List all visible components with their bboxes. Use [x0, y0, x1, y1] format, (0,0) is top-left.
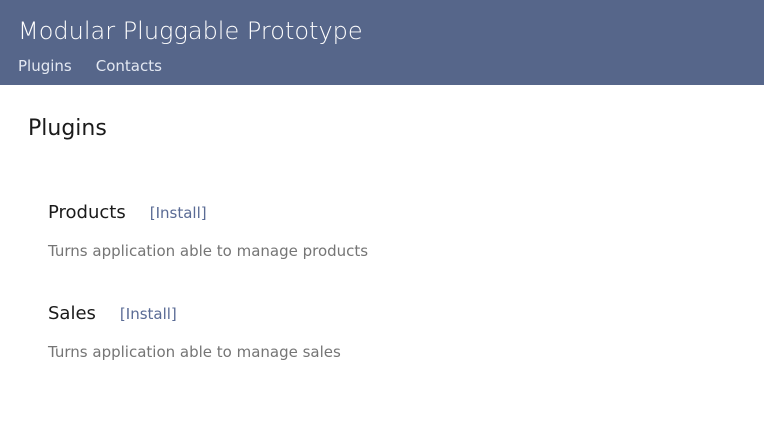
nav-item-plugins[interactable]: Plugins: [18, 55, 72, 77]
plugin-name: Sales: [48, 303, 96, 324]
nav-item-contacts[interactable]: Contacts: [96, 55, 162, 77]
page-title: Plugins: [28, 116, 107, 141]
main-nav: Plugins Contacts: [18, 55, 162, 77]
plugin-name: Products: [48, 202, 126, 223]
install-button[interactable]: [Install]: [120, 300, 177, 328]
install-button[interactable]: [Install]: [150, 199, 207, 227]
plugin-description: Turns application able to manage product…: [48, 242, 369, 260]
app-header: Modular Pluggable Prototype Plugins Cont…: [0, 0, 764, 85]
app-title: Modular Pluggable Prototype: [18, 17, 363, 45]
plugin-header: Products [Install]: [48, 199, 368, 227]
plugin-item-products: Products [Install] Turns application abl…: [48, 199, 368, 262]
plugin-item-sales: Sales [Install] Turns application able t…: [48, 300, 341, 363]
plugin-header: Sales [Install]: [48, 300, 341, 328]
plugin-description: Turns application able to manage sales: [48, 343, 341, 361]
